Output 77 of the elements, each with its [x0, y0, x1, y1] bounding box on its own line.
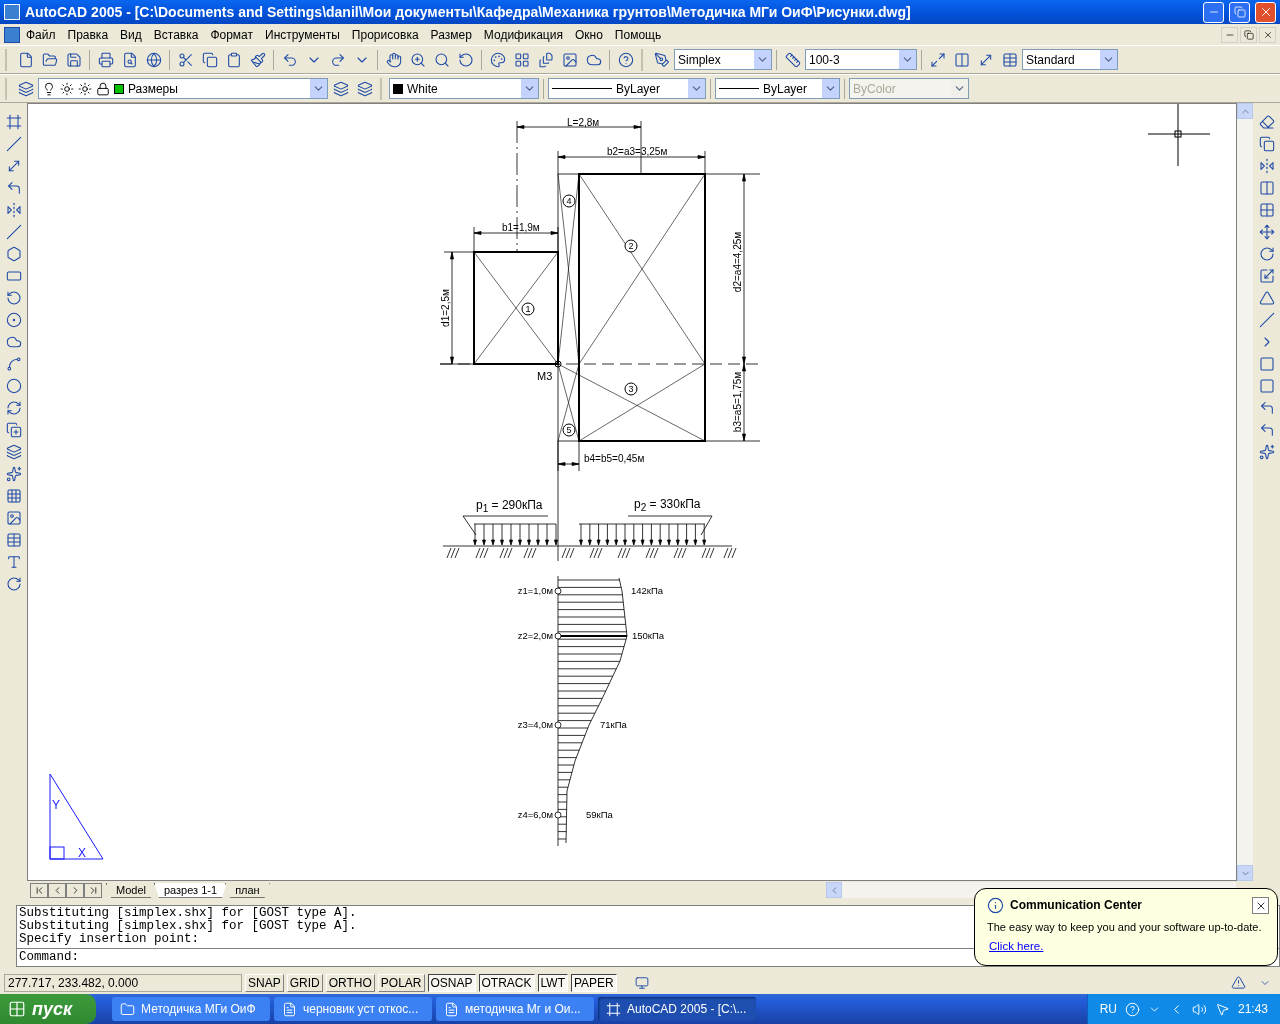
depth-label: z4=6,0м [517, 810, 553, 820]
dropdown-value: ByLayer [763, 81, 808, 96]
status-toggle[interactable]: POLAR [377, 973, 425, 992]
ucs-axis-label: X [78, 847, 86, 859]
dropdown-value: White [407, 81, 438, 96]
menu-item[interactable]: Помощь [608, 27, 668, 42]
dimension-label: d1=2,5м [441, 289, 451, 327]
region-number: 2 [624, 239, 638, 253]
lineweight-dropdown[interactable]: ByLayer [715, 78, 840, 99]
coordinates-display: 277.717, 233.482, 0.000 [4, 973, 242, 992]
click-here-link[interactable]: Click here. [989, 940, 1044, 952]
load-label: p$_{2}$ = 330кПа [634, 498, 701, 514]
depth-label: z3=4,0м [517, 720, 553, 730]
dimension-label: b2=a3=3,25м [607, 147, 668, 157]
balloon-message: The easy way to keep you and your software up-to-date. [987, 921, 1262, 933]
dropdown-value: ByLayer [616, 81, 661, 96]
menu-item[interactable]: Правка [61, 27, 115, 42]
region-number: 5 [562, 423, 576, 437]
region-number: 3 [624, 382, 638, 396]
region-number: 1 [521, 302, 535, 316]
layer-dropdown[interactable]: Размеры [38, 78, 328, 99]
layout-tab[interactable]: план [225, 882, 270, 898]
status-toggle[interactable]: ORTHO [325, 973, 375, 992]
dropdown-value: Размеры [128, 81, 178, 96]
dimension-label: L=2,8м [567, 118, 600, 128]
clock: 21:43 [1237, 1002, 1268, 1016]
color-dropdown[interactable]: White [389, 78, 539, 99]
stress-value: 142кПа [631, 586, 664, 596]
stress-value: 59кПа [586, 810, 613, 820]
status-toggle[interactable]: OSNAP [427, 973, 476, 992]
menu-item[interactable]: Инструменты [259, 27, 346, 42]
depth-label: z1=1,0м [517, 586, 553, 596]
command-output-line: Substituting [simplex.shx] for [GOST type A]. [19, 907, 357, 920]
command-output-line: Substituting [simplex.shx] for [GOST type A]. [19, 920, 357, 933]
status-toggle[interactable]: SNAP [245, 973, 284, 992]
drawing-canvas[interactable]: L=2,8м b2=a3=3,25м b1=1,9м d1=2,5м d2=a4=4,25м b3=a5=1,75м b4=b5=0,45м 1 2 3 4 5 М3 p$_{1}$ = 290кПа p$_{2}$ = 330кПа z1=1,0м 142кПа z2=2,0м 150кПа z3=4,0м 71кПа z4=6,0м 59кПа Y X [27, 103, 1237, 881]
dimension-label: b3=a5=1,75м [733, 371, 743, 433]
command-output-line: Specify insertion point: [19, 933, 200, 946]
balloon-title: Communication Center [1010, 898, 1142, 912]
taskbar-button[interactable]: черновик уст откос... [274, 997, 432, 1021]
dimension-style-dropdown[interactable]: 100-3 [805, 49, 917, 70]
depth-label: z2=2,0м [517, 631, 553, 641]
stress-value: 71кПа [600, 720, 627, 730]
menu-item[interactable]: Размер [424, 27, 478, 42]
menu-item[interactable]: Окно [568, 27, 609, 42]
dimension-label: d2=a4=4,25м [733, 231, 743, 293]
taskbar-button[interactable]: Методичка МГи ОиФ [112, 997, 270, 1021]
menu-item[interactable]: Вид [114, 27, 148, 42]
taskbar-button[interactable]: AutoCAD 2005 - [C:\... [598, 997, 756, 1021]
menu-item[interactable]: Вставка [147, 27, 205, 42]
dimension-label: b4=b5=0,45м [584, 454, 645, 464]
table-style-dropdown[interactable]: Standard [1022, 49, 1118, 70]
menu-item[interactable]: Файл [20, 27, 62, 42]
ucs-axis-label: Y [52, 799, 60, 811]
taskbar-button[interactable]: методичка Мг и Ои... [436, 997, 594, 1021]
status-toggle[interactable]: OTRACK [478, 973, 535, 992]
menu-item[interactable]: Формат [204, 27, 260, 42]
dropdown-value: 100-3 [809, 52, 840, 67]
point-label: М3 [537, 371, 553, 382]
linetype-dropdown[interactable]: ByLayer [548, 78, 706, 99]
dropdown-value: Simplex [678, 52, 721, 67]
dropdown-value: Standard [1026, 52, 1075, 67]
text-style-dropdown[interactable]: Simplex [674, 49, 772, 70]
start-button[interactable]: пуск [0, 994, 96, 1024]
menu-item[interactable]: Прорисовка [345, 27, 425, 42]
menu-item[interactable]: Модификация [477, 27, 569, 42]
layout-tab[interactable]: разрез 1-1 [153, 882, 228, 898]
dimension-label: b1=1,9м [502, 223, 540, 233]
stress-value: 150кПа [632, 631, 665, 641]
window-title: AutoCAD 2005 - [C:\Documents and Settings\danil\Мои документы\Кафедра\Механика грунтов\Методичка МГи ОиФ\Рисунки.dwg] [25, 4, 912, 20]
load-label: p$_{1}$ = 290кПа [476, 499, 543, 515]
dropdown-value: ByColor [853, 81, 896, 96]
status-toggle[interactable]: LWT [537, 973, 568, 992]
language-indicator[interactable]: RU [1099, 1002, 1117, 1016]
region-number: 4 [562, 194, 576, 208]
status-toggle[interactable]: PAPER [571, 973, 617, 992]
status-toggle[interactable]: GRID [286, 973, 323, 992]
